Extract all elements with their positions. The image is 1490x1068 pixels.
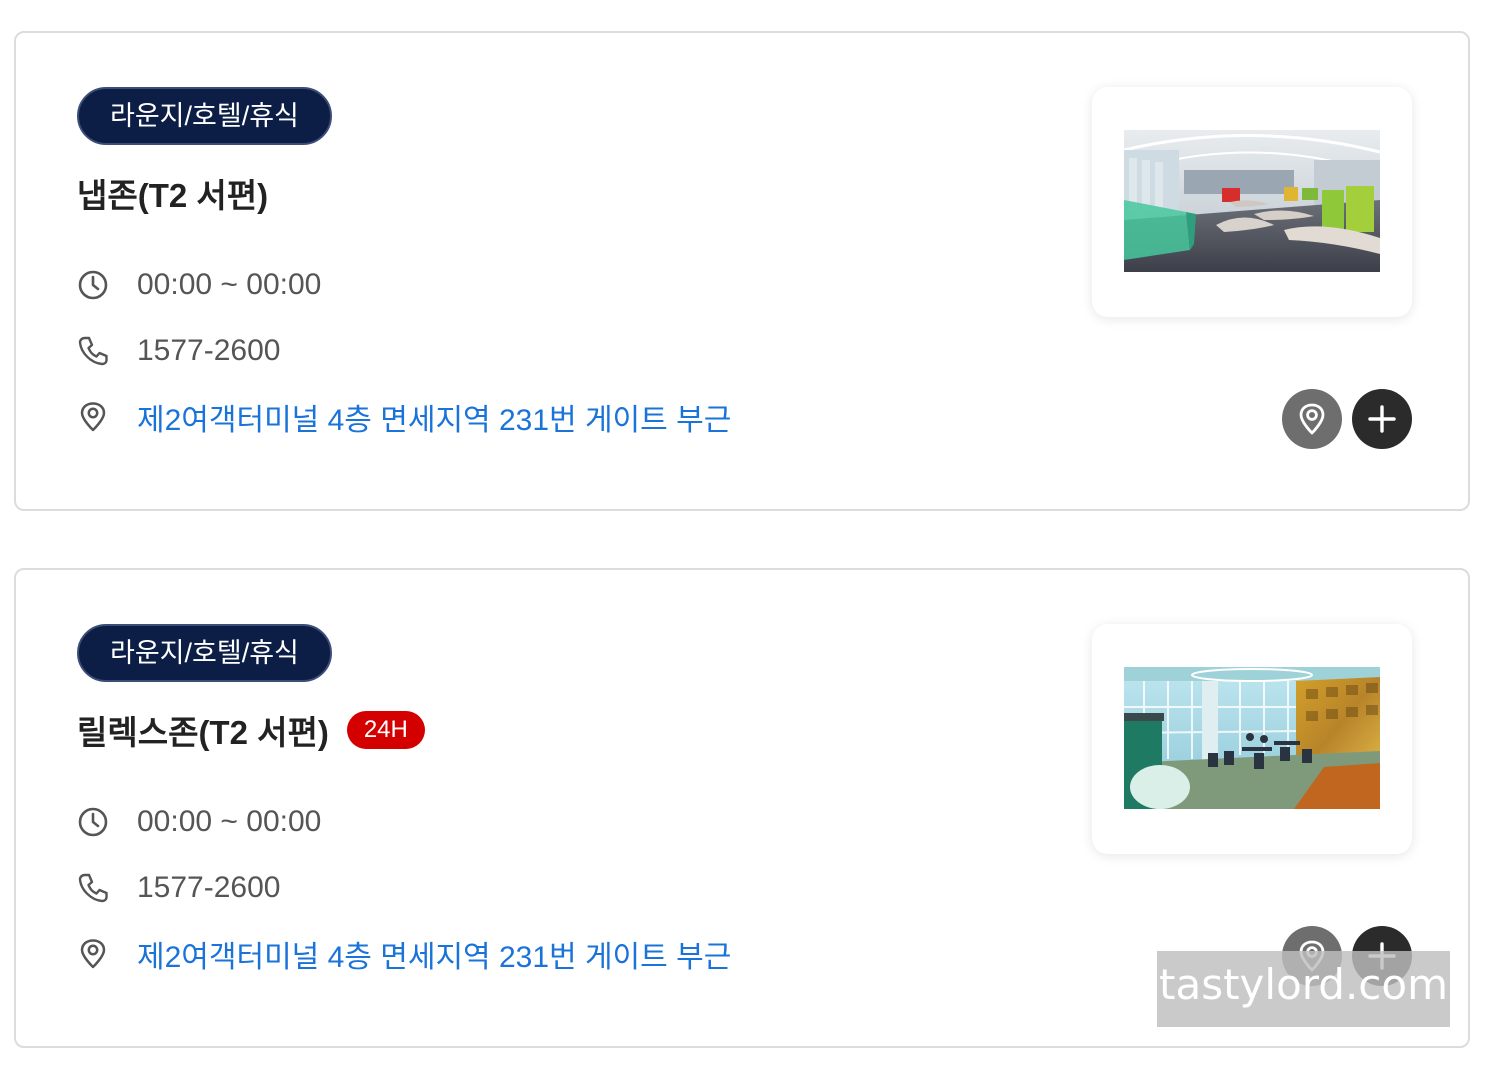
thumbnail-frame[interactable] [1092, 87, 1412, 317]
plus-icon [1368, 405, 1396, 433]
clock-icon [77, 269, 109, 301]
lounge-recliner-photo [1124, 130, 1380, 272]
facility-name[interactable]: 릴렉스존(T2 서편) [77, 706, 329, 754]
title-row: 릴렉스존(T2 서편) 24H [77, 708, 425, 752]
open-24h-badge: 24H [346, 711, 425, 749]
location-row: 제2여객터미널 4층 면세지역 231번 게이트 부근 [77, 934, 731, 974]
phone-icon [77, 872, 109, 904]
title-row: 냅존(T2 서편) [77, 171, 268, 215]
clock-icon [77, 806, 109, 838]
facility-list: 라운지/호텔/휴식 냅존(T2 서편) 00:00 ~ 00:00 1577-2… [0, 0, 1490, 1068]
hours-text: 00:00 ~ 00:00 [137, 805, 322, 838]
thumbnail-frame[interactable] [1092, 624, 1412, 854]
facility-card[interactable]: 라운지/호텔/휴식 냅존(T2 서편) 00:00 ~ 00:00 1577-2… [14, 31, 1470, 511]
location-link[interactable]: 제2여객터미널 4층 면세지역 231번 게이트 부근 [137, 395, 731, 439]
map-pin-icon [1299, 403, 1325, 435]
phone-icon [77, 335, 109, 367]
phone-number[interactable]: 1577-2600 [137, 871, 280, 905]
category-badge: 라운지/호텔/휴식 [77, 624, 332, 682]
hours-row: 00:00 ~ 00:00 [77, 802, 321, 842]
location-pin-icon [77, 401, 109, 433]
location-pin-icon [77, 938, 109, 970]
hours-row: 00:00 ~ 00:00 [77, 265, 321, 305]
phone-number[interactable]: 1577-2600 [137, 334, 280, 368]
location-row: 제2여객터미널 4층 면세지역 231번 게이트 부근 [77, 397, 731, 437]
phone-row: 1577-2600 [77, 331, 280, 371]
location-link[interactable]: 제2여객터미널 4층 면세지역 231번 게이트 부근 [137, 932, 731, 976]
map-pin-button[interactable] [1282, 389, 1342, 449]
category-badge: 라운지/호텔/휴식 [77, 87, 332, 145]
add-button[interactable] [1352, 389, 1412, 449]
facility-name[interactable]: 냅존(T2 서편) [77, 169, 268, 217]
lounge-cafe-photo [1124, 667, 1380, 809]
phone-row: 1577-2600 [77, 868, 280, 908]
watermark: tastylord.com [1157, 951, 1450, 1027]
hours-text: 00:00 ~ 00:00 [137, 268, 322, 301]
